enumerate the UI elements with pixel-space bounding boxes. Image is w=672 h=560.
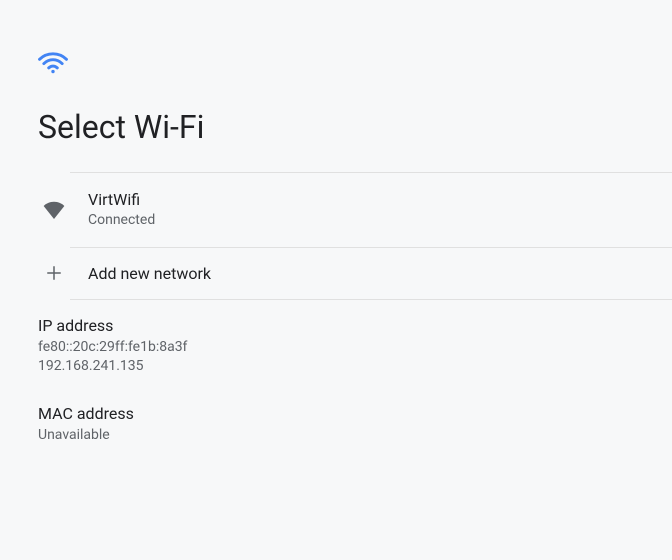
plus-icon xyxy=(38,264,70,282)
header: Select Wi-Fi xyxy=(0,0,672,172)
page-title: Select Wi-Fi xyxy=(38,108,634,146)
add-network-item[interactable]: Add new network xyxy=(38,248,672,299)
info-section: IP address fe80::20c:29ff:fe1b:8a3f 192.… xyxy=(0,300,672,445)
ip-address-label: IP address xyxy=(38,316,634,335)
add-network-text: Add new network xyxy=(88,264,211,283)
network-name: VirtWifi xyxy=(88,189,155,211)
ip-address-ipv6: fe80::20c:29ff:fe1b:8a3f xyxy=(38,338,634,357)
ip-address-block: IP address fe80::20c:29ff:fe1b:8a3f 192.… xyxy=(38,316,634,376)
mac-address-label: MAC address xyxy=(38,404,634,423)
network-status: Connected xyxy=(88,211,155,231)
network-item-virtwifi[interactable]: VirtWifi Connected xyxy=(38,173,672,247)
mac-address-block: MAC address Unavailable xyxy=(38,404,634,445)
wifi-signal-icon xyxy=(38,201,70,219)
mac-address-value: Unavailable xyxy=(38,426,634,445)
add-network-label: Add new network xyxy=(88,264,211,283)
ip-address-ipv4: 192.168.241.135 xyxy=(38,357,634,376)
network-text: VirtWifi Connected xyxy=(88,189,155,231)
network-list: VirtWifi Connected Add new network xyxy=(0,172,672,300)
wifi-icon xyxy=(38,52,634,78)
